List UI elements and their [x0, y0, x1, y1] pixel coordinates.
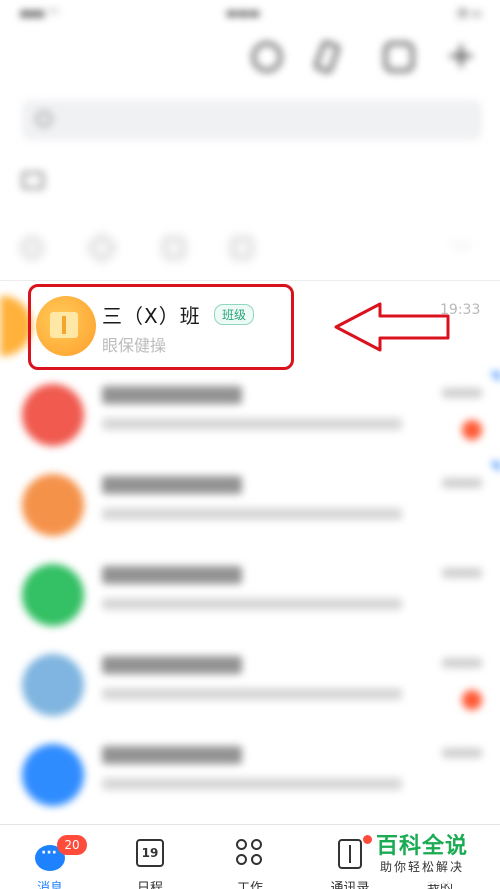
conversation-last-message: [102, 688, 402, 700]
conversation-time: [442, 658, 482, 668]
conversation-row[interactable]: [0, 642, 500, 732]
avatar[interactable]: [22, 384, 84, 446]
scan-icon[interactable]: [252, 42, 282, 72]
nav-label: 消息: [36, 881, 63, 889]
conversation-time: [442, 388, 482, 398]
avatar[interactable]: [22, 564, 84, 626]
highlight-box: [28, 284, 294, 370]
quick-action-icon[interactable]: [22, 238, 42, 258]
conversation-name: [102, 566, 242, 584]
nav-label: 日程: [136, 881, 163, 889]
conversation-name: [102, 476, 242, 494]
conversation-last-message: [102, 418, 402, 430]
avatar[interactable]: [22, 474, 84, 536]
monitor-icon: [22, 172, 44, 189]
conversation-time: [442, 478, 482, 488]
conversation-row[interactable]: [0, 372, 500, 462]
quick-action-icon[interactable]: [87, 233, 117, 263]
conversation-last-message: [102, 508, 402, 520]
pinned-corner-marker: [490, 372, 500, 382]
status-bar: ▪▪▪ ◠ ▬▬▬ ◔ ▭: [0, 0, 500, 26]
pen-icon[interactable]: [313, 39, 341, 75]
search-icon: [36, 111, 52, 127]
status-time: ▬▬▬: [226, 6, 261, 20]
quick-actions-row: ···: [0, 228, 500, 268]
quick-action-icon[interactable]: [232, 238, 252, 258]
battery-status: ◔ ▭: [456, 6, 482, 20]
conversation-name: [102, 386, 242, 404]
add-icon[interactable]: +: [446, 38, 476, 74]
contacts-book-icon: [338, 839, 362, 869]
desktop-login-row[interactable]: [22, 168, 482, 202]
nav-label: 工作: [236, 881, 263, 889]
notification-dot: [363, 835, 372, 844]
conversation-time: [442, 748, 482, 758]
work-grid-icon: [236, 839, 264, 867]
avatar[interactable]: [22, 744, 84, 806]
conversation-name: [102, 656, 242, 674]
unread-dot: [462, 690, 482, 710]
quick-action-icon[interactable]: [164, 238, 184, 258]
nav-label: 通讯录: [330, 881, 370, 889]
more-icon[interactable]: ···: [452, 234, 471, 258]
watermark-subtitle: 助你轻松解决: [380, 860, 465, 874]
unread-dot: [462, 420, 482, 440]
pointer-arrow-icon: [334, 302, 450, 352]
avatar[interactable]: [22, 654, 84, 716]
conversation-last-message: [102, 778, 402, 790]
unread-badge: 20: [57, 835, 87, 855]
conversation-row[interactable]: [0, 462, 500, 552]
conversation-row[interactable]: [0, 552, 500, 642]
calendar-icon: 19: [136, 839, 164, 867]
pinned-corner-marker: [490, 462, 500, 472]
phone-icon[interactable]: [384, 42, 414, 72]
watermark-title: 百科全说: [376, 834, 469, 859]
conversation-name: [102, 746, 242, 764]
header: +: [0, 30, 500, 90]
conversation-time: [442, 568, 482, 578]
divider: [0, 280, 500, 281]
conversation-last-message: [102, 598, 402, 610]
conversation-row[interactable]: [0, 732, 500, 822]
search-bar[interactable]: [22, 100, 482, 140]
carrier-signal: ▪▪▪ ◠: [20, 6, 59, 20]
watermark: 百科全说 助你轻松解决: [376, 828, 488, 884]
